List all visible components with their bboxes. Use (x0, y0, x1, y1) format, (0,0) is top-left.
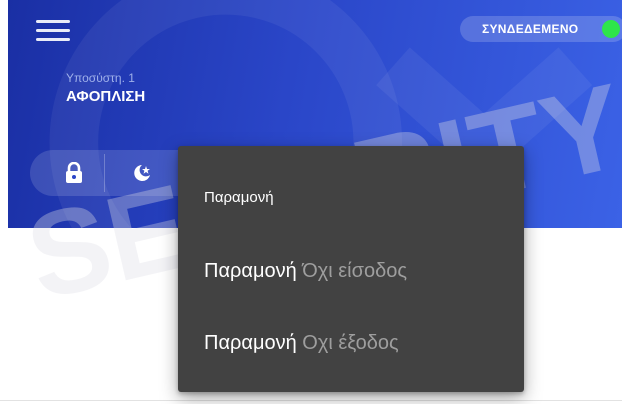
mode-divider (104, 154, 105, 192)
menu-item-sub-label: Όχι είσοδος (302, 260, 407, 282)
status-indicator-dot (602, 20, 620, 38)
menu-item-stay-no-entry[interactable]: Παραμονή Όχι είσοδος (204, 260, 407, 283)
footer-divider (0, 400, 622, 401)
arm-away-button[interactable] (44, 150, 104, 196)
connection-status-badge: ΣΥΝΔΕΔΕΜΕΝΟ (460, 16, 622, 42)
menu-item-stay-no-exit[interactable]: Παραμονή Οχι έξοδος (204, 332, 399, 355)
hamburger-menu-icon[interactable] (36, 20, 70, 44)
connection-status-label: ΣΥΝΔΕΔΕΜΕΝΟ (482, 22, 579, 36)
partition-name: Υποσύστη. 1 (66, 71, 135, 85)
stay-mode-menu: Παραμονή Παραμονή Όχι είσοδος Παραμονή Ο… (178, 146, 524, 392)
moon-star-icon (134, 165, 150, 181)
menu-item-main-label: Παραμονή (204, 260, 297, 282)
arm-stay-button[interactable] (112, 150, 172, 196)
menu-item-sub-label: Οχι έξοδος (302, 332, 399, 354)
lock-icon (66, 162, 82, 183)
menu-title: Παραμονή (204, 189, 274, 206)
menu-item-main-label: Παραμονή (204, 332, 297, 354)
partition-state: ΑΦΟΠΛΙΣΗ (66, 88, 146, 105)
